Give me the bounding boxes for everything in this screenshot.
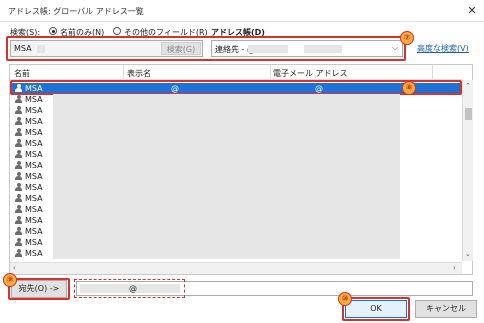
list-item[interactable]: MSA [15,138,43,149]
contact-icon [15,183,22,191]
contact-icon [15,150,22,158]
list-item[interactable]: MSA [15,127,43,138]
annotation-box-7 [6,36,406,61]
contact-icon [15,117,22,125]
contact-icon [15,205,22,213]
annotation-box-8 [10,80,462,95]
list-item[interactable]: MSA [15,193,43,204]
column-separator[interactable] [270,65,271,80]
address-list: 名前 表示名 電子メール アドレス MSA @ @ ⑧ MSA MSA MSA … [9,64,473,275]
list-item[interactable]: MSA [15,248,43,259]
list-item[interactable]: MSA [15,182,43,193]
list-item[interactable]: MSA [15,226,43,237]
radio-name-only[interactable] [49,27,57,35]
list-item[interactable]: MSA [15,160,43,171]
horizontal-scrollbar[interactable]: ‹ › [10,262,462,274]
list-item[interactable]: MSA [15,116,43,127]
chevron-down-icon[interactable]: ⌄ [465,250,471,258]
contact-icon [15,161,22,169]
column-separator[interactable] [432,65,433,80]
annotation-badge-8: ⑧ [402,81,416,95]
title-bar: アドレス帳: グローバル アドレス一覧 ✕ [0,0,484,22]
chevron-up-icon[interactable]: ⌃ [465,82,471,90]
contact-icon [15,227,22,235]
vertical-scrollbar[interactable]: ⌃ ⌄ [462,80,473,261]
cancel-button[interactable]: キャンセル [415,300,477,318]
advanced-search-link[interactable]: 高度な検索(V) [417,43,469,54]
column-separator[interactable] [123,65,124,80]
annotation-box-10 [342,297,410,321]
contact-icon [15,172,22,180]
list-item[interactable]: MSA [15,94,43,105]
column-header-display-name[interactable]: 表示名 [127,68,151,79]
list-item[interactable]: MSA [15,204,43,215]
column-header-name[interactable]: 名前 [14,68,30,79]
redaction-block [53,94,400,259]
list-item[interactable]: MSA [15,215,43,226]
window-title: アドレス帳: グローバル アドレス一覧 [8,7,144,16]
close-icon[interactable]: ✕ [464,3,480,19]
contact-icon [15,128,22,136]
list-item[interactable]: MSA [15,105,43,116]
annotation-dashed-box [74,279,185,298]
contact-icon [15,106,22,114]
list-item[interactable]: MSA [15,171,43,182]
column-header-email[interactable]: 電子メール アドレス [273,68,348,79]
annotation-box-9 [8,278,70,300]
contact-icon [15,238,22,246]
list-item[interactable]: MSA [15,149,43,160]
contact-icon [15,194,22,202]
chevron-right-icon[interactable]: › [453,264,456,272]
annotation-badge-7: ⑦ [400,31,414,45]
contact-icon [15,249,22,257]
scrollbar-thumb[interactable] [465,108,472,120]
annotation-badge-9: ⑨ [3,273,17,287]
contact-icon [15,95,22,103]
contact-icon [15,216,22,224]
list-item[interactable]: MSA [15,237,43,248]
radio-other-fields[interactable] [113,27,121,35]
contact-icon [15,139,22,147]
list-header: 名前 表示名 電子メール アドレス [10,65,462,80]
annotation-badge-10: ⑩ [338,292,352,306]
chevron-left-icon[interactable]: ‹ [13,264,16,272]
